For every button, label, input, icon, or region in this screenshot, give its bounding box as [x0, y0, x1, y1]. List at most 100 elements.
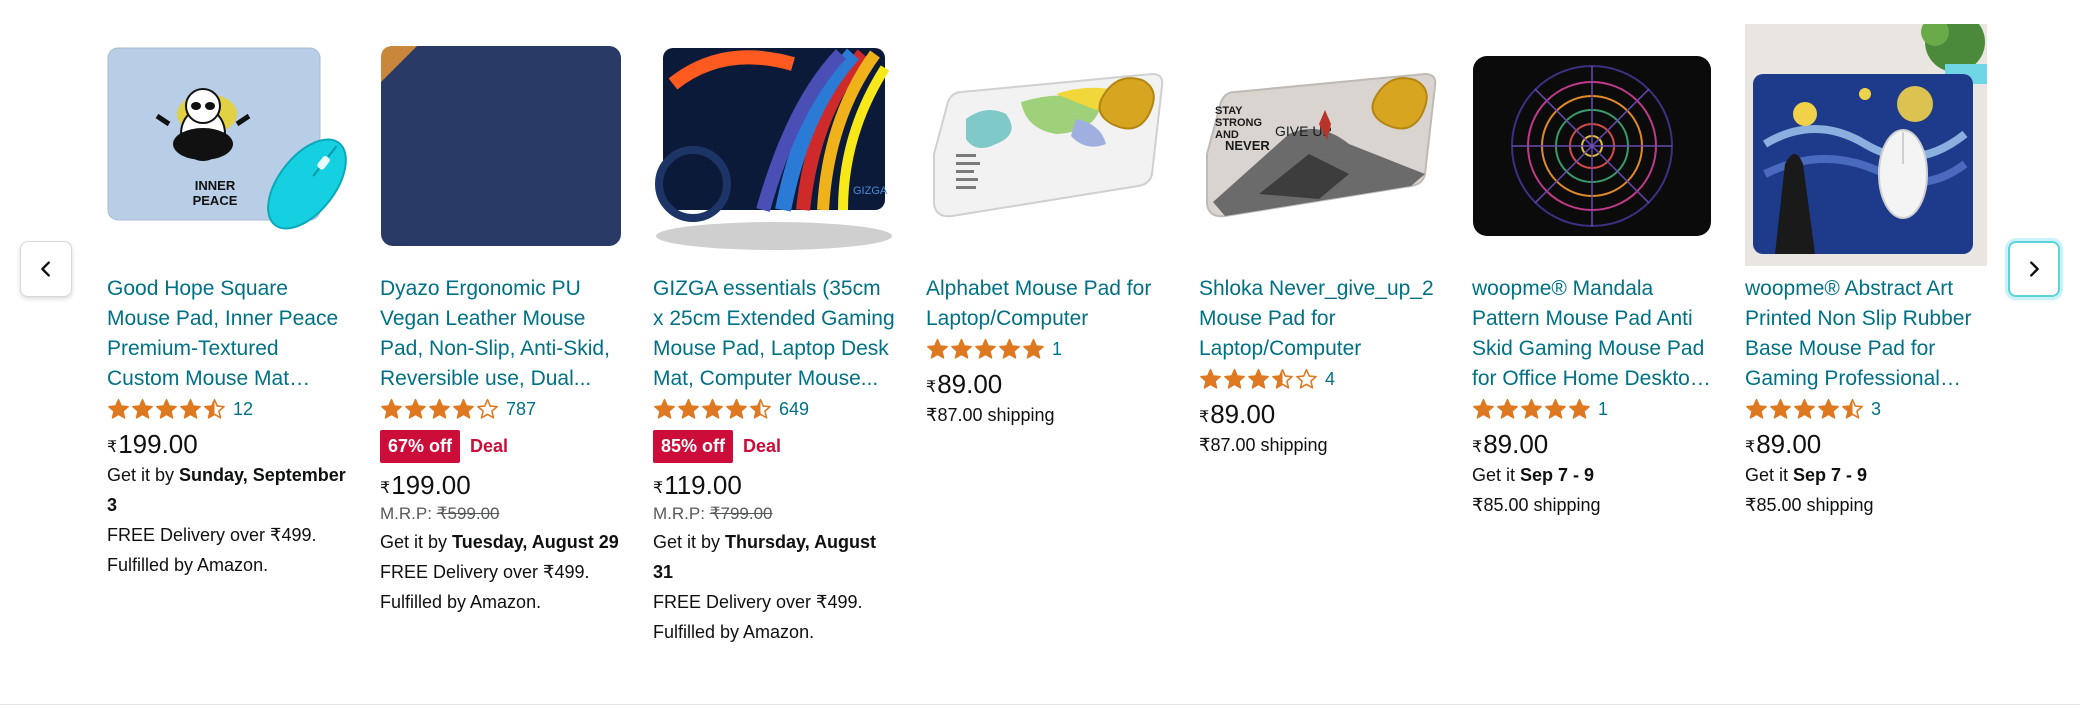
product-carousel: INNER PEACE Good Hope Square Mouse Pad, …	[0, 0, 2080, 709]
free-delivery-text: FREE Delivery over ₹499.	[107, 525, 317, 545]
product-title-link[interactable]: Dyazo Ergonomic PU Vegan Leather Mouse P…	[380, 274, 622, 394]
star-icon	[1023, 338, 1044, 359]
carousel-next-button[interactable]	[2008, 241, 2060, 297]
star-icon	[975, 338, 996, 359]
rating-count[interactable]: 3	[1871, 399, 1881, 420]
delivery-info: Get it by Thursday, August 31	[653, 532, 877, 582]
deal-label: Deal	[743, 436, 782, 456]
star-icon	[951, 338, 972, 359]
svg-text:GIZGA: GIZGA	[853, 185, 888, 197]
rating-count[interactable]: 4	[1325, 369, 1335, 390]
fulfilled-text: Fulfilled by Amazon.	[653, 622, 815, 642]
star-rating	[380, 398, 499, 421]
product-title-link[interactable]: woopme® Mandala Pattern Mouse Pad Anti S…	[1472, 274, 1714, 394]
product-rating[interactable]: 787	[380, 396, 622, 422]
star-rating	[926, 338, 1045, 361]
star-icon	[1521, 398, 1542, 419]
discount-badge: 67% off	[380, 430, 461, 463]
product-title-link[interactable]: Good Hope Square Mouse Pad, Inner Peace …	[107, 274, 349, 394]
free-delivery-text: FREE Delivery over ₹499.	[380, 562, 590, 582]
rating-count[interactable]: 787	[506, 399, 536, 420]
product-card: STAY STRONG AND NEVER GIVE UP Shloka Nev…	[1199, 24, 1441, 460]
star-icon	[1272, 368, 1293, 389]
product-image[interactable]: INNER PEACE	[107, 24, 349, 266]
section-divider	[0, 704, 2080, 705]
svg-text:STRONG: STRONG	[1215, 117, 1262, 129]
product-card: INNER PEACE Good Hope Square Mouse Pad, …	[107, 24, 349, 580]
product-price: ₹89.00	[1745, 429, 1822, 459]
star-icon	[726, 398, 747, 419]
product-title-link[interactable]: Shloka Never_give_up_2 Mouse Pad for Lap…	[1199, 274, 1441, 364]
product-card: Alphabet Mouse Pad for Laptop/Computer 1…	[926, 24, 1168, 430]
fulfilled-text: Fulfilled by Amazon.	[380, 592, 542, 612]
svg-text:NEVER: NEVER	[1225, 138, 1270, 153]
product-image[interactable]	[926, 24, 1168, 266]
star-rating	[1745, 398, 1864, 421]
star-rating	[653, 398, 772, 421]
rating-count[interactable]: 12	[233, 399, 253, 420]
product-rating[interactable]: 1	[926, 336, 1168, 362]
product-rating[interactable]: 3	[1745, 396, 1987, 422]
product-rating[interactable]: 12	[107, 396, 349, 422]
star-rating	[1199, 368, 1318, 391]
star-icon	[381, 398, 402, 419]
product-rating[interactable]: 649	[653, 396, 895, 422]
product-price: ₹119.00	[653, 470, 742, 500]
rating-count[interactable]: 649	[779, 399, 809, 420]
star-icon	[1224, 368, 1245, 389]
free-delivery-text: FREE Delivery over ₹499.	[653, 592, 863, 612]
product-rating[interactable]: 1	[1472, 396, 1714, 422]
star-icon	[1473, 398, 1494, 419]
star-icon	[1770, 398, 1791, 419]
star-icon	[1746, 398, 1767, 419]
discount-badge: 85% off	[653, 430, 734, 463]
star-icon	[1794, 398, 1815, 419]
rating-count[interactable]: 1	[1052, 339, 1062, 360]
product-image[interactable]: GIZGA	[653, 24, 895, 266]
star-icon	[1200, 368, 1221, 389]
product-card: woopme® Mandala Pattern Mouse Pad Anti S…	[1472, 24, 1714, 520]
chevron-right-icon	[2030, 261, 2039, 277]
svg-text:PEACE: PEACE	[193, 193, 238, 208]
product-card: Dyazo Ergonomic PU Vegan Leather Mouse P…	[380, 24, 622, 617]
product-rating[interactable]: 4	[1199, 366, 1441, 392]
star-icon	[1818, 398, 1839, 419]
svg-text:INNER: INNER	[195, 178, 236, 193]
svg-text:STAY: STAY	[1215, 105, 1243, 117]
product-image[interactable]	[1745, 24, 1987, 266]
star-icon	[108, 398, 129, 419]
star-icon	[1842, 398, 1863, 419]
star-icon	[1296, 368, 1317, 389]
product-title-link[interactable]: woopme® Abstract Art Printed Non Slip Ru…	[1745, 274, 1987, 394]
star-icon	[453, 398, 474, 419]
star-rating	[107, 398, 226, 421]
chevron-left-icon	[41, 261, 50, 277]
deal-badges: 85% off Deal	[653, 430, 895, 463]
shipping-text: ₹87.00 shipping	[1199, 435, 1328, 455]
star-icon	[477, 398, 498, 419]
star-icon	[654, 398, 675, 419]
product-price: ₹199.00	[380, 470, 471, 500]
shipping-text: ₹85.00 shipping	[1472, 495, 1601, 515]
star-icon	[678, 398, 699, 419]
star-icon	[156, 398, 177, 419]
shipping-text: ₹85.00 shipping	[1745, 495, 1874, 515]
deal-label: Deal	[470, 436, 509, 456]
product-title-link[interactable]: GIZGA essentials (35cm x 25cm Extended G…	[653, 274, 895, 394]
star-icon	[1497, 398, 1518, 419]
rating-count[interactable]: 1	[1598, 399, 1608, 420]
product-image[interactable]: STAY STRONG AND NEVER GIVE UP	[1199, 24, 1441, 266]
product-image[interactable]	[1472, 24, 1714, 266]
star-icon	[702, 398, 723, 419]
product-title-link[interactable]: Alphabet Mouse Pad for Laptop/Computer	[926, 274, 1168, 334]
mrp-price: M.R.P: ₹799.00	[653, 504, 773, 523]
star-icon	[180, 398, 201, 419]
product-price: ₹89.00	[926, 369, 1003, 399]
deal-badges: 67% off Deal	[380, 430, 622, 463]
mrp-price: M.R.P: ₹599.00	[380, 504, 500, 523]
carousel-prev-button[interactable]	[20, 241, 72, 297]
star-icon	[1545, 398, 1566, 419]
product-price: ₹199.00	[107, 429, 198, 459]
star-icon	[927, 338, 948, 359]
product-image[interactable]	[380, 24, 622, 266]
